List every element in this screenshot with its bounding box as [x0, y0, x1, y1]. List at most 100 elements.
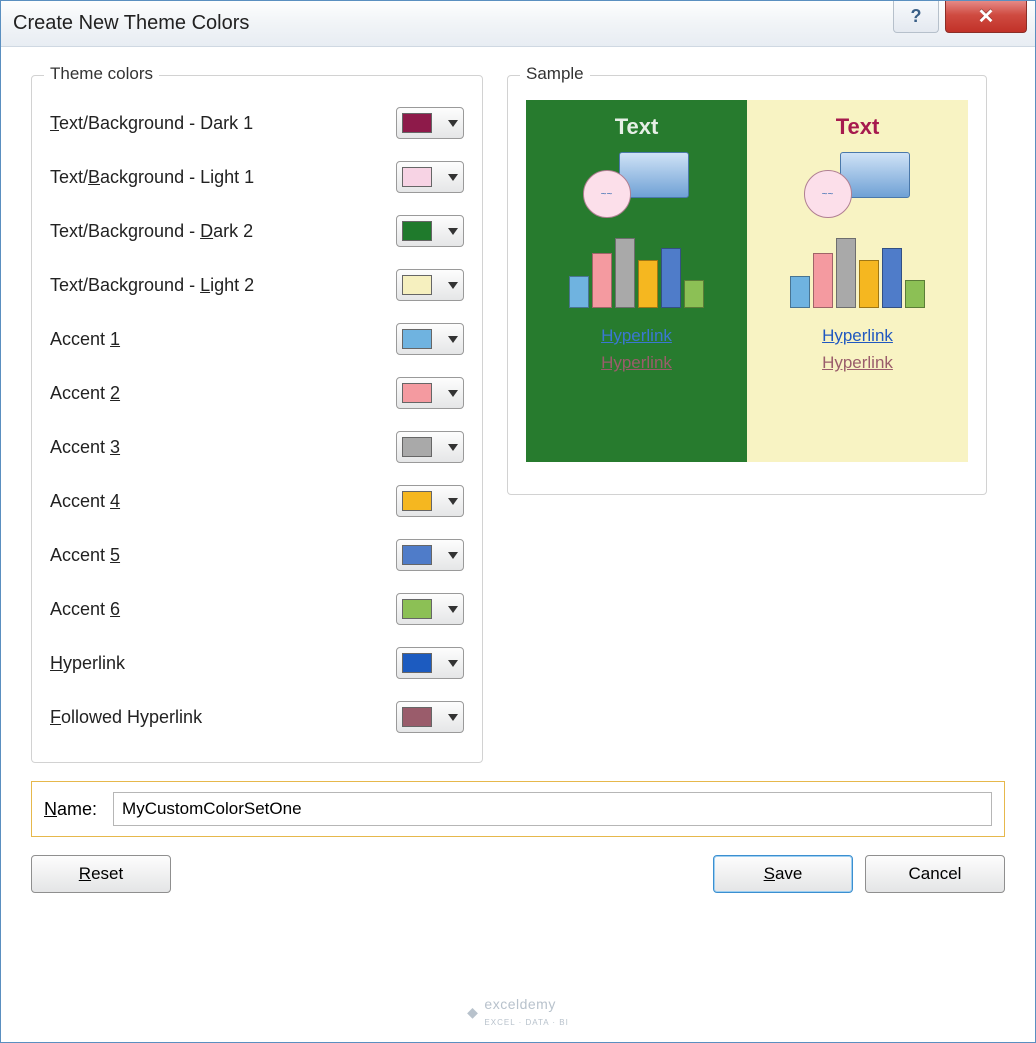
theme-colors-legend: Theme colors [44, 64, 159, 84]
help-button[interactable]: ? [893, 1, 939, 33]
sample-legend: Sample [520, 64, 590, 84]
chart-bar [905, 280, 925, 308]
sample-text-light: Text [836, 114, 880, 140]
color-label: Accent 5 [50, 545, 120, 566]
dialog-content: Theme colors Text/Background - Dark 1 Tex… [1, 47, 1035, 1042]
chart-bar [882, 248, 902, 308]
color-picker-button[interactable] [396, 431, 464, 463]
color-label: Accent 4 [50, 491, 120, 512]
color-label: Accent 1 [50, 329, 120, 350]
color-picker-button[interactable] [396, 701, 464, 733]
color-swatch [402, 113, 432, 133]
sample-pane-light: Text ~~ Hyperlink Hyperlink [747, 100, 968, 462]
chevron-down-icon [448, 120, 458, 127]
color-picker-button[interactable] [396, 377, 464, 409]
chart-bar [592, 253, 612, 308]
window-title: Create New Theme Colors [13, 12, 249, 35]
color-row: Text/Background - Dark 2 [50, 204, 464, 258]
chart-bar [836, 238, 856, 308]
chevron-down-icon [448, 714, 458, 721]
chart-bar [790, 276, 810, 308]
name-label: Name: [44, 799, 97, 820]
chevron-down-icon [448, 282, 458, 289]
chevron-down-icon [448, 444, 458, 451]
chevron-down-icon [448, 660, 458, 667]
color-swatch [402, 275, 432, 295]
color-label: Accent 3 [50, 437, 120, 458]
cancel-button[interactable]: Cancel [865, 855, 1005, 893]
color-row: Accent 6 [50, 582, 464, 636]
color-row: Accent 5 [50, 528, 464, 582]
chart-bar [684, 280, 704, 308]
color-picker-button[interactable] [396, 161, 464, 193]
color-row: Hyperlink [50, 636, 464, 690]
sample-chart-dark [569, 228, 704, 308]
close-icon: ✕ [978, 4, 995, 29]
color-picker-button[interactable] [396, 323, 464, 355]
color-picker-button[interactable] [396, 215, 464, 247]
color-swatch [402, 491, 432, 511]
color-swatch [402, 383, 432, 403]
theme-colors-group: Theme colors Text/Background - Dark 1Tex… [31, 75, 483, 763]
button-bar: Reset Save Cancel [31, 855, 1005, 893]
help-icon: ? [911, 6, 922, 27]
color-swatch [402, 653, 432, 673]
color-picker-button[interactable] [396, 593, 464, 625]
chevron-down-icon [448, 390, 458, 397]
color-picker-button[interactable] [396, 485, 464, 517]
color-label: Accent 2 [50, 383, 120, 404]
color-row: Accent 2 [50, 366, 464, 420]
sample-circle-icon: ~~ [583, 170, 631, 218]
color-picker-button[interactable] [396, 107, 464, 139]
sample-shapes-dark: ~~ [577, 150, 697, 220]
chevron-down-icon [448, 174, 458, 181]
chevron-down-icon [448, 228, 458, 235]
color-row: Accent 4 [50, 474, 464, 528]
color-swatch [402, 437, 432, 457]
watermark-icon: ◆ [467, 1004, 478, 1021]
color-label: Text/Background - Light 1 [50, 167, 254, 188]
color-swatch [402, 221, 432, 241]
sample-chart-light [790, 228, 925, 308]
color-label: Text/Background - Dark 1 [50, 113, 253, 134]
chart-bar [813, 253, 833, 308]
color-swatch [402, 167, 432, 187]
color-swatch [402, 707, 432, 727]
sample-circle-icon: ~~ [804, 170, 852, 218]
sample-shapes-light: ~~ [798, 150, 918, 220]
sample-pane-dark: Text ~~ Hyperlink Hyperlink [526, 100, 747, 462]
chart-bar [638, 260, 658, 308]
color-swatch [402, 599, 432, 619]
color-row: Accent 3 [50, 420, 464, 474]
reset-button[interactable]: Reset [31, 855, 171, 893]
color-label: Followed Hyperlink [50, 707, 202, 728]
chart-bar [569, 276, 589, 308]
color-swatch [402, 545, 432, 565]
dialog-window: Create New Theme Colors ? ✕ Theme colors… [0, 0, 1036, 1043]
sample-group: Sample Text ~~ Hyperlink Hyperlink Text [507, 75, 987, 495]
color-row: Accent 1 [50, 312, 464, 366]
chart-bar [615, 238, 635, 308]
color-label: Text/Background - Light 2 [50, 275, 254, 296]
color-picker-button[interactable] [396, 647, 464, 679]
titlebar: Create New Theme Colors ? ✕ [1, 1, 1035, 47]
color-row: Text/Background - Light 2 [50, 258, 464, 312]
sample-hyperlink-light: Hyperlink [822, 322, 893, 349]
chart-bar [661, 248, 681, 308]
chevron-down-icon [448, 606, 458, 613]
name-input[interactable] [113, 792, 992, 826]
color-picker-button[interactable] [396, 539, 464, 571]
color-label: Text/Background - Dark 2 [50, 221, 253, 242]
color-label: Hyperlink [50, 653, 125, 674]
color-picker-button[interactable] [396, 269, 464, 301]
watermark: ◆ exceldemy EXCEL · DATA · BI [467, 996, 569, 1028]
sample-followed-hyperlink-dark: Hyperlink [601, 349, 672, 376]
chevron-down-icon [448, 336, 458, 343]
close-button[interactable]: ✕ [945, 1, 1027, 33]
color-label: Accent 6 [50, 599, 120, 620]
color-swatch [402, 329, 432, 349]
save-button[interactable]: Save [713, 855, 853, 893]
chevron-down-icon [448, 498, 458, 505]
chevron-down-icon [448, 552, 458, 559]
sample-hyperlink-dark: Hyperlink [601, 322, 672, 349]
